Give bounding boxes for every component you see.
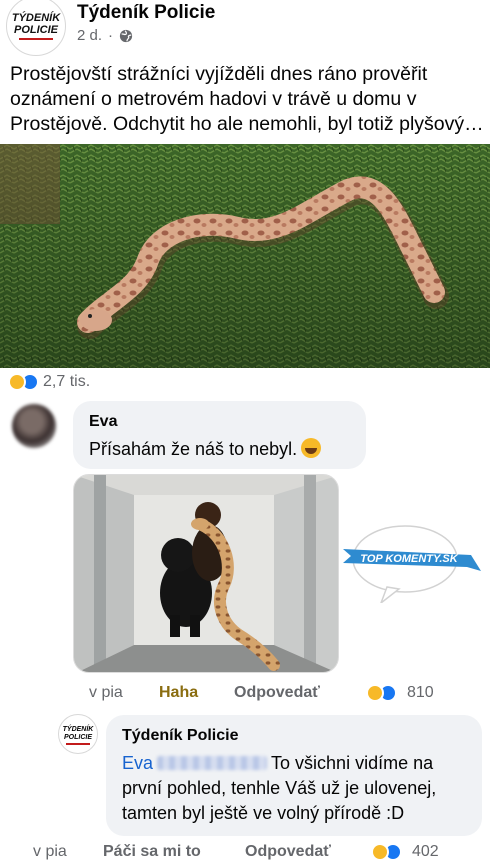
post-text-line: oznámení o metrovém hadovi v trávě u dom… bbox=[10, 88, 417, 110]
reply-button[interactable]: Odpovedať bbox=[245, 843, 331, 861]
reply-author-avatar[interactable]: TÝDENÍK POLICIE bbox=[58, 714, 98, 754]
page-avatar[interactable]: TÝDENÍK POLICIE bbox=[6, 0, 66, 56]
logo-text-line1: TÝDENÍK bbox=[62, 726, 94, 733]
haha-icon bbox=[366, 684, 384, 702]
post-meta: 2 d. · bbox=[77, 27, 133, 44]
laughing-emoji-icon bbox=[301, 438, 322, 458]
post-text-line: Prostějovští strážníci vyjížděli dnes rá… bbox=[10, 63, 428, 85]
reply-author[interactable]: Týdeník Policie bbox=[122, 727, 238, 745]
mention-link[interactable]: Eva bbox=[122, 753, 153, 773]
haha-icon bbox=[371, 843, 389, 861]
logo-text-line2: POLICIE bbox=[63, 734, 92, 741]
snake-on-shrub-image bbox=[0, 144, 490, 368]
reply-reaction-summary[interactable]: 402 bbox=[371, 843, 439, 861]
comment-reaction-summary[interactable]: 810 bbox=[366, 684, 434, 702]
logo-text-line2: POLICIE bbox=[13, 24, 58, 36]
comment-photo[interactable] bbox=[73, 474, 339, 673]
post-text-line[interactable]: Prostějově. Odchytit ho ale nemohli, byl… bbox=[10, 112, 486, 137]
logo-stripe bbox=[66, 743, 90, 745]
topkomenty-watermark: TOP KOMENTY.SK bbox=[343, 525, 483, 606]
reply-button[interactable]: Odpovedať bbox=[234, 684, 320, 702]
like-button[interactable]: Páči sa mi to bbox=[103, 843, 245, 861]
post-time[interactable]: 2 d. bbox=[77, 27, 102, 44]
comment-author[interactable]: Eva bbox=[89, 413, 117, 431]
comment-actions: v pia Haha Odpovedať bbox=[89, 684, 320, 702]
reply-text: Eva To všichni vidíme na první pohled, te… bbox=[122, 751, 472, 826]
meta-separator: · bbox=[108, 27, 114, 44]
haha-reaction-button[interactable]: Haha bbox=[159, 684, 234, 702]
comment-time[interactable]: v pia bbox=[89, 684, 159, 702]
haha-icon bbox=[8, 373, 26, 391]
mention-surname-blurred bbox=[157, 756, 268, 770]
logo-text-line1: TÝDENÍK bbox=[11, 12, 61, 24]
comment-bubble: Eva Přísahám že náš to nebyl. bbox=[73, 401, 366, 469]
commenter-avatar[interactable] bbox=[12, 404, 56, 448]
post-photo[interactable] bbox=[0, 144, 490, 368]
page-name-link[interactable]: Týdeník Policie bbox=[77, 2, 215, 24]
topkomenty-text: TOP KOMENTY.SK bbox=[360, 553, 458, 565]
post-header: TÝDENÍK POLICIE Týdeník Policie 2 d. · bbox=[0, 0, 490, 60]
globe-icon bbox=[119, 29, 133, 42]
dogs-in-elevator-image bbox=[74, 475, 338, 672]
reply-time[interactable]: v pia bbox=[33, 843, 103, 861]
post-reaction-count: 2,7 tis. bbox=[43, 373, 91, 390]
reply-reaction-count: 402 bbox=[412, 843, 439, 860]
comment-reaction-count: 810 bbox=[407, 684, 434, 701]
comment-text: Přísahám že náš to nebyl. bbox=[89, 438, 322, 460]
comment-text-body: Přísahám že náš to nebyl. bbox=[89, 439, 298, 459]
post-reactions[interactable]: 2,7 tis. bbox=[8, 373, 90, 391]
reply-actions: v pia Páči sa mi to Odpovedať bbox=[33, 843, 331, 861]
reply-bubble: Týdeník Policie Eva To všichni vidíme na … bbox=[106, 715, 482, 836]
post-text: Prostějovští strážníci vyjížděli dnes rá… bbox=[10, 62, 486, 137]
logo-stripe bbox=[19, 38, 53, 40]
